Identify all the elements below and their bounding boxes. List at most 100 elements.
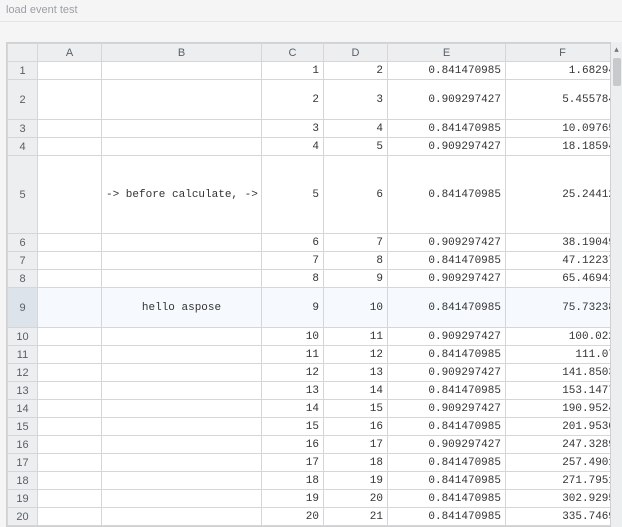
cell[interactable] [38, 454, 102, 472]
cell[interactable] [38, 62, 102, 80]
col-header-C[interactable]: C [262, 44, 324, 62]
cell[interactable]: 7 [324, 234, 388, 252]
col-header-D[interactable]: D [324, 44, 388, 62]
cell[interactable]: 17 [262, 454, 324, 472]
cell[interactable]: 15 [324, 400, 388, 418]
cell[interactable]: 1.68294 [506, 62, 620, 80]
cell[interactable]: 0.841470985 [388, 120, 506, 138]
cell[interactable]: -> before calculate, -> finish loadfile,… [102, 156, 262, 234]
cell[interactable] [102, 382, 262, 400]
scroll-up-icon[interactable]: ▴ [611, 42, 622, 56]
cell[interactable]: 17 [324, 436, 388, 454]
cell[interactable] [102, 454, 262, 472]
cell[interactable] [102, 364, 262, 382]
row-header[interactable]: 9 [8, 288, 38, 328]
col-header-A[interactable]: A [38, 44, 102, 62]
row-header[interactable]: 4 [8, 138, 38, 156]
cell[interactable] [102, 436, 262, 454]
cell[interactable] [38, 364, 102, 382]
cell[interactable] [38, 382, 102, 400]
row-header[interactable]: 3 [8, 120, 38, 138]
cell[interactable]: 5.455784 [506, 80, 620, 120]
cell[interactable] [102, 270, 262, 288]
row-header[interactable]: 8 [8, 270, 38, 288]
cell[interactable]: 0.841470985 [388, 252, 506, 270]
spreadsheet-grid[interactable]: A B C D E F 1120.8414709851.682942230.90… [7, 43, 620, 527]
cell[interactable]: 0.909297427 [388, 400, 506, 418]
cell[interactable]: 0.841470985 [388, 472, 506, 490]
cell[interactable]: 0.909297427 [388, 234, 506, 252]
row-header[interactable]: 20 [8, 508, 38, 526]
scroll-thumb[interactable] [613, 58, 621, 86]
cell[interactable]: 257.4901 [506, 454, 620, 472]
cell[interactable] [102, 252, 262, 270]
cell[interactable] [38, 138, 102, 156]
cell[interactable]: 3 [262, 120, 324, 138]
cell[interactable]: 2 [262, 80, 324, 120]
cell[interactable] [38, 120, 102, 138]
cell[interactable]: 5 [324, 138, 388, 156]
cell[interactable] [38, 508, 102, 526]
cell[interactable]: 3 [324, 80, 388, 120]
row-header[interactable]: 14 [8, 400, 38, 418]
cell[interactable] [38, 80, 102, 120]
cell[interactable]: 271.7951 [506, 472, 620, 490]
cell[interactable] [38, 288, 102, 328]
cell[interactable]: 0.909297427 [388, 138, 506, 156]
cell[interactable]: hello aspose [102, 288, 262, 328]
cell[interactable]: 13 [324, 364, 388, 382]
row-header[interactable]: 16 [8, 436, 38, 454]
cell[interactable]: 141.8503 [506, 364, 620, 382]
cell[interactable]: 10 [324, 288, 388, 328]
cell[interactable]: 5 [262, 156, 324, 234]
cell[interactable]: 0.841470985 [388, 288, 506, 328]
cell[interactable]: 302.9295 [506, 490, 620, 508]
cell[interactable] [38, 156, 102, 234]
cell[interactable]: 201.9530 [506, 418, 620, 436]
cell[interactable]: 13 [262, 382, 324, 400]
cell[interactable]: 12 [324, 346, 388, 364]
cell[interactable] [38, 234, 102, 252]
cell[interactable] [102, 346, 262, 364]
row-header[interactable]: 15 [8, 418, 38, 436]
cell[interactable]: 16 [324, 418, 388, 436]
cell[interactable] [102, 508, 262, 526]
cell[interactable] [38, 400, 102, 418]
cell[interactable]: 10 [262, 328, 324, 346]
spreadsheet-viewport[interactable]: A B C D E F 1120.8414709851.682942230.90… [6, 42, 622, 527]
cell[interactable]: 1 [262, 62, 324, 80]
cell[interactable] [102, 418, 262, 436]
select-all-corner[interactable] [8, 44, 38, 62]
cell[interactable] [38, 252, 102, 270]
cell[interactable]: 12 [262, 364, 324, 382]
cell[interactable]: 0.909297427 [388, 364, 506, 382]
cell[interactable] [102, 80, 262, 120]
row-header[interactable]: 12 [8, 364, 38, 382]
row-header[interactable]: 6 [8, 234, 38, 252]
cell[interactable]: 19 [324, 472, 388, 490]
cell[interactable]: 16 [262, 436, 324, 454]
cell[interactable]: 0.909297427 [388, 328, 506, 346]
cell[interactable]: 0.841470985 [388, 62, 506, 80]
cell[interactable]: 335.7469 [506, 508, 620, 526]
row-header[interactable]: 1 [8, 62, 38, 80]
cell[interactable] [38, 472, 102, 490]
cell[interactable]: 14 [324, 382, 388, 400]
cell[interactable] [38, 270, 102, 288]
vertical-scrollbar[interactable]: ▴ [610, 42, 622, 527]
cell[interactable]: 18 [324, 454, 388, 472]
col-header-F[interactable]: F [506, 44, 620, 62]
cell[interactable] [102, 120, 262, 138]
cell[interactable]: 11 [324, 328, 388, 346]
cell[interactable] [38, 490, 102, 508]
col-header-E[interactable]: E [388, 44, 506, 62]
cell[interactable] [38, 418, 102, 436]
cell[interactable]: 0.909297427 [388, 436, 506, 454]
cell[interactable] [102, 490, 262, 508]
cell[interactable]: 9 [324, 270, 388, 288]
cell[interactable]: 6 [324, 156, 388, 234]
cell[interactable] [38, 328, 102, 346]
row-header[interactable]: 13 [8, 382, 38, 400]
cell[interactable]: 11 [262, 346, 324, 364]
cell[interactable] [102, 400, 262, 418]
